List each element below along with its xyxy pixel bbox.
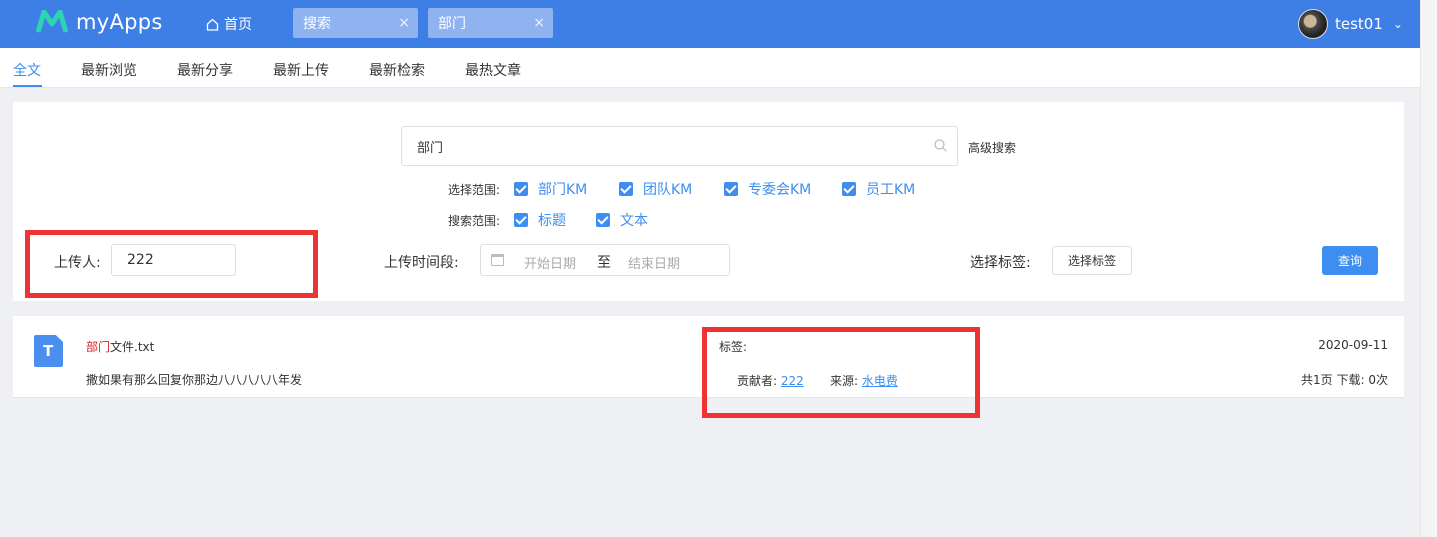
sub-nav: 全文 最新浏览 最新分享 最新上传 最新检索 最热文章 [0, 48, 1420, 88]
tab-label: 搜索 [303, 16, 331, 32]
scope-label: 选择范围: [448, 183, 501, 197]
advanced-search-link[interactable]: 高级搜索 [968, 139, 1016, 156]
tab-search[interactable]: 搜索 × [293, 8, 418, 38]
app-name: myApps [76, 10, 163, 34]
checkbox-label: 标题 [538, 213, 566, 229]
checkbox-checked-icon [842, 182, 856, 196]
checkbox-label: 文本 [620, 213, 648, 229]
date-range-picker[interactable]: 开始日期 至 结束日期 [480, 244, 730, 276]
field-checkbox-title[interactable]: 标题 [514, 210, 566, 230]
result-title[interactable]: 部门文件.txt [86, 338, 154, 355]
field-checkbox-text[interactable]: 文本 [596, 210, 648, 230]
user-name: test01 [1335, 15, 1383, 33]
checkbox-label: 员工KM [866, 182, 916, 198]
scope-checkbox-employee[interactable]: 员工KM [842, 179, 915, 199]
subnav-item-recent-searched[interactable]: 最新检索 [369, 60, 425, 80]
app-logo[interactable]: myApps [36, 10, 163, 34]
tab-label: 部门 [438, 16, 466, 32]
scope-checkbox-dept[interactable]: 部门KM [514, 179, 587, 199]
checkbox-checked-icon [514, 182, 528, 196]
scope-checkbox-team[interactable]: 团队KM [619, 179, 692, 199]
select-tag-button[interactable]: 选择标签 [1052, 246, 1132, 275]
scrollbar[interactable] [1420, 0, 1437, 537]
result-stats: 共1页 下载: 0次 [1301, 373, 1388, 387]
close-icon[interactable]: × [533, 15, 545, 31]
text-file-icon: T [34, 335, 63, 367]
date-range-separator: 至 [597, 255, 611, 271]
checkbox-label: 团队KM [643, 182, 693, 198]
highlight-box-contributor [702, 327, 980, 418]
checkbox-label: 部门KM [538, 182, 588, 198]
search-box [401, 126, 958, 166]
checkbox-checked-icon [514, 213, 528, 227]
subnav-item-recent-shared[interactable]: 最新分享 [177, 60, 233, 80]
checkbox-checked-icon [596, 213, 610, 227]
search-input[interactable] [402, 127, 902, 165]
field-label: 搜索范围: [448, 214, 501, 228]
checkbox-checked-icon [619, 182, 633, 196]
checkbox-checked-icon [724, 182, 738, 196]
checkbox-label: 专委会KM [748, 182, 812, 198]
chevron-down-icon: ⌄ [1392, 17, 1403, 31]
start-date-field[interactable]: 开始日期 [524, 253, 576, 272]
result-snippet: 撒如果有那么回复你那边八八八八八年发 [86, 373, 303, 387]
tab-department[interactable]: 部门 × [428, 8, 553, 38]
upload-time-label: 上传时间段: [384, 255, 459, 271]
query-button[interactable]: 查询 [1322, 246, 1378, 275]
search-icon[interactable] [934, 139, 947, 152]
file-type-letter: T [43, 342, 54, 360]
tag-select-label: 选择标签: [970, 255, 1031, 271]
end-date-field[interactable]: 结束日期 [628, 253, 680, 272]
active-tab-indicator [13, 85, 42, 87]
calendar-icon [491, 254, 504, 266]
subnav-item-recent-viewed[interactable]: 最新浏览 [81, 60, 137, 80]
close-icon[interactable]: × [398, 15, 410, 31]
avatar [1298, 9, 1328, 39]
title-highlight: 部门 [86, 340, 111, 354]
home-label: 首页 [224, 17, 252, 33]
user-menu[interactable]: test01 ⌄ [1298, 9, 1403, 39]
subnav-item-fulltext[interactable]: 全文 [13, 60, 41, 80]
result-date: 2020-09-11 [1318, 338, 1388, 352]
title-rest: 文件.txt [110, 340, 155, 354]
subnav-item-recent-uploaded[interactable]: 最新上传 [273, 60, 329, 80]
top-bar: myApps 首页 搜索 × 部门 × test01 ⌄ [0, 0, 1420, 48]
logo-mark-icon [36, 10, 68, 33]
home-icon [206, 18, 219, 31]
highlight-box-uploader [25, 230, 318, 298]
scope-checkbox-committee[interactable]: 专委会KM [724, 179, 811, 199]
home-link[interactable]: 首页 [206, 14, 252, 34]
subnav-item-hot-articles[interactable]: 最热文章 [465, 60, 521, 80]
